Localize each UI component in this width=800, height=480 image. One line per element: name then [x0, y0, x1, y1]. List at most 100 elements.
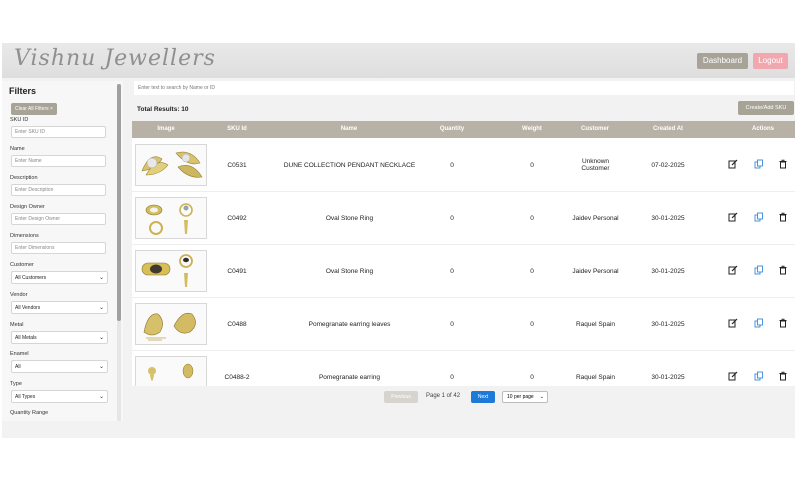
copy-icon[interactable]	[754, 371, 764, 381]
vendor-label: Vendor	[10, 292, 28, 298]
design-owner-input[interactable]: Enter Design Owner	[11, 213, 106, 225]
enamel-select-value: All	[15, 364, 21, 370]
sku-cell: C0488-2	[224, 373, 250, 381]
pagination: Previous Page 1 of 42 Next 10 per page ⌄	[130, 386, 795, 408]
customer-select[interactable]: All Customers ⌄	[11, 271, 108, 284]
search-input[interactable]: Enter text to search by Name or ID	[134, 81, 794, 95]
chevron-down-icon: ⌄	[539, 394, 544, 400]
earring-image	[143, 312, 196, 341]
earring-image	[148, 363, 194, 381]
quantity-cell: 0	[450, 267, 454, 275]
sku-cell: C0492	[227, 214, 247, 222]
col-customer: Customer	[580, 126, 609, 132]
metal-select-value: All Metals	[15, 335, 37, 341]
description-label: Description	[10, 175, 38, 181]
vendor-select[interactable]: All Vendors ⌄	[11, 301, 108, 314]
chevron-down-icon: ⌄	[98, 394, 104, 400]
product-image	[135, 356, 207, 386]
description-input[interactable]: Enter Description	[11, 184, 106, 196]
name-cell: Pomegranate earring leaves	[308, 320, 391, 328]
logout-button[interactable]: Logout	[753, 53, 788, 69]
copy-icon[interactable]	[754, 265, 764, 275]
table-row[interactable]: C0488 Pomegranate earring leaves 0 0 Raq…	[132, 298, 795, 351]
create-sku-button[interactable]: Create/Add SKU	[738, 101, 794, 115]
trash-icon[interactable]	[778, 212, 788, 222]
trash-icon[interactable]	[778, 371, 788, 381]
created-cell: 07-02-2025	[651, 161, 685, 169]
edit-icon[interactable]	[728, 371, 738, 381]
per-page-value: 10 per page	[507, 394, 534, 400]
per-page-select[interactable]: 10 per page ⌄	[502, 391, 548, 403]
col-name: Name	[340, 126, 358, 132]
edit-icon[interactable]	[728, 159, 738, 169]
chevron-down-icon: ⌄	[98, 305, 104, 311]
created-cell: 30-01-2025	[651, 320, 685, 328]
name-cell: Oval Stone Ring	[325, 267, 374, 275]
app-window: Vishnu Jewellers Dashboard Logout Filter…	[2, 43, 795, 438]
col-sku: SKU Id	[227, 126, 247, 132]
table-row[interactable]: C0491 Oval Stone Ring 0 0 Jaidev Persona…	[132, 245, 795, 298]
vendor-select-value: All Vendors	[15, 305, 41, 311]
col-quantity: Quantity	[439, 126, 465, 132]
edit-icon[interactable]	[728, 212, 738, 222]
table-row[interactable]: C0488-2 Pomegranate earring 0 0 Raquel S…	[132, 351, 795, 386]
sidebar-scrollbar-thumb[interactable]	[117, 84, 121, 321]
enamel-select[interactable]: All ⌄	[11, 360, 108, 373]
col-image: Image	[157, 126, 175, 132]
main-content: Enter text to search by Name or ID Total…	[130, 81, 795, 438]
edit-icon[interactable]	[728, 318, 738, 328]
name-label: Name	[10, 146, 25, 152]
previous-page-button[interactable]: Previous	[384, 391, 418, 403]
table-row[interactable]: C0492 Oval Stone Ring 0 0 Jaidev Persona…	[132, 192, 795, 245]
type-select[interactable]: All Types ⌄	[11, 390, 108, 403]
name-input[interactable]: Enter Name	[11, 155, 106, 167]
sku-cell: C0491	[227, 267, 247, 275]
trash-icon[interactable]	[778, 318, 788, 328]
edit-icon[interactable]	[728, 265, 738, 275]
quantity-cell: 0	[450, 214, 454, 222]
chevron-down-icon: ⌄	[98, 335, 104, 341]
copy-icon[interactable]	[754, 318, 764, 328]
product-image	[135, 303, 207, 345]
product-image	[135, 197, 207, 239]
clear-filters-button[interactable]: Clear All Filters ×	[11, 103, 57, 115]
col-actions: Actions	[751, 126, 774, 132]
enamel-label: Enamel	[10, 351, 29, 357]
copy-icon[interactable]	[754, 159, 764, 169]
type-select-value: All Types	[15, 394, 36, 400]
sku-table: Image SKU Id Name Quantity Weight Custom…	[132, 121, 795, 386]
trash-icon[interactable]	[778, 265, 788, 275]
weight-cell: 0	[530, 161, 534, 169]
header-bar: Vishnu Jewellers Dashboard Logout	[2, 43, 795, 78]
metal-select[interactable]: All Metals ⌄	[11, 331, 108, 344]
quantity-range-label: Quantity Range	[10, 410, 49, 416]
name-cell: Oval Stone Ring	[325, 214, 374, 222]
metal-label: Metal	[10, 322, 24, 328]
product-image	[135, 144, 207, 186]
table-header: Image SKU Id Name Quantity Weight Custom…	[132, 121, 795, 138]
dimensions-input[interactable]: Enter Dimensions	[11, 242, 106, 254]
sku-cell: C0531	[227, 161, 247, 169]
type-label: Type	[10, 381, 22, 387]
ring-image	[145, 203, 193, 235]
customer-label: Customer	[10, 262, 34, 268]
table-row[interactable]: C0531 DUNE COLLECTION PENDANT NECKLACE 0…	[132, 139, 795, 192]
dashboard-button[interactable]: Dashboard	[697, 53, 748, 69]
filters-sidebar: Filters Clear All Filters × SKU ID Enter…	[2, 81, 123, 421]
next-page-button[interactable]: Next	[471, 391, 495, 403]
sku-input[interactable]: Enter SKU ID	[11, 126, 106, 138]
name-cell: Pomegranate earring	[318, 373, 381, 381]
quantity-cell: 0	[450, 320, 454, 328]
chevron-down-icon: ⌄	[98, 275, 104, 281]
brand-logo: Vishnu Jewellers	[14, 46, 216, 71]
created-cell: 30-01-2025	[651, 267, 685, 275]
filters-title: Filters	[9, 86, 37, 96]
trash-icon[interactable]	[778, 159, 788, 169]
sku-cell: C0488	[227, 320, 247, 328]
product-image	[135, 250, 207, 292]
design-owner-label: Design Owner	[10, 204, 45, 210]
copy-icon[interactable]	[754, 212, 764, 222]
created-cell: 30-01-2025	[651, 373, 685, 381]
customer-cell: Unknown Customer	[581, 158, 610, 172]
pendant-image	[141, 151, 203, 178]
